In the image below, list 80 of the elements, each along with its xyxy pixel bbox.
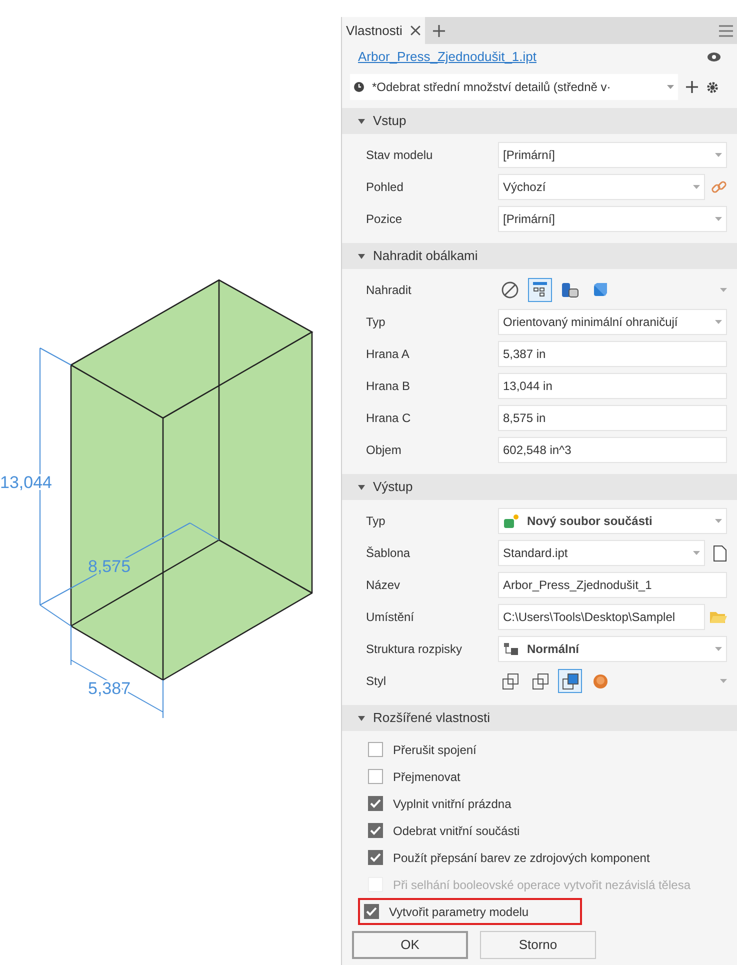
section-header[interactable]: Nahradit obálkami <box>342 243 737 269</box>
close-icon[interactable] <box>410 25 422 36</box>
checkbox[interactable] <box>364 904 379 919</box>
input-field[interactable]: 602,548 in^3 <box>498 437 727 463</box>
menu-icon[interactable] <box>719 24 733 36</box>
checkbox-label: Vyplnit vnitřní prázdna <box>393 796 512 812</box>
option-toggle[interactable] <box>558 669 582 693</box>
dropdown[interactable]: Normální <box>498 636 727 662</box>
input-field[interactable]: 13,044 in <box>498 373 727 399</box>
field-label: Struktura rozpisky <box>366 641 464 658</box>
caret-icon <box>720 288 727 292</box>
field-label: Pozice <box>366 211 404 228</box>
settings-icon[interactable] <box>706 80 719 94</box>
clock-icon <box>354 82 364 92</box>
dropdown[interactable]: Standard.ipt <box>498 540 706 566</box>
collapse-icon <box>358 484 365 490</box>
caret-icon <box>667 85 674 89</box>
solids-icon[interactable] <box>502 672 518 690</box>
part-icon <box>503 514 519 528</box>
field-label: Hrana C <box>366 410 412 427</box>
document-icon[interactable] <box>713 544 727 562</box>
checkbox[interactable] <box>368 796 383 811</box>
field-label: Styl <box>366 673 388 690</box>
add-icon[interactable] <box>686 81 698 93</box>
checkbox-label: Při selhání booleovské operace vytvořit nezávislá tělesa <box>393 876 690 894</box>
checkbox-label: Přerušit spojení <box>393 742 476 758</box>
caret-icon <box>720 679 727 683</box>
dialog-button[interactable]: Storno <box>480 931 596 959</box>
dropdown[interactable]: Nový soubor součásti <box>498 508 727 534</box>
caret-icon <box>715 519 722 523</box>
field-label: Pohled <box>366 179 404 196</box>
field-label: Umístění <box>366 609 416 626</box>
panel-tab[interactable]: Vlastnosti <box>342 17 426 44</box>
checkbox[interactable] <box>368 850 383 865</box>
dropdown[interactable]: Výchozí <box>498 174 706 200</box>
solids-icon[interactable] <box>532 672 548 690</box>
input-field[interactable]: C:\Users\Tools\Desktop\Samplel <box>498 604 706 630</box>
dialog-button[interactable]: OK <box>352 931 468 959</box>
caret-icon <box>715 320 722 324</box>
dropdown[interactable]: [Primární] <box>498 206 727 232</box>
collapse-icon <box>358 118 365 124</box>
caret-icon <box>693 551 700 555</box>
caret-icon <box>715 217 722 221</box>
file-link[interactable]: Arbor_Press_Zjednodušit_1.ipt <box>358 47 536 67</box>
checkbox-label: Přejmenovat <box>393 768 460 786</box>
solids-icon[interactable] <box>562 672 578 690</box>
checkbox[interactable] <box>368 823 383 838</box>
section-header[interactable]: Výstup <box>342 474 737 500</box>
field-label: Typ <box>366 513 386 530</box>
field-label: Nahradit <box>366 282 412 299</box>
add-icon[interactable] <box>433 24 446 36</box>
caret-icon <box>693 185 700 189</box>
field-label: Hrana A <box>366 346 410 363</box>
checkbox-label: Vytvořit parametry modelu <box>389 904 529 920</box>
collapse-icon <box>358 716 365 720</box>
field-label: Název <box>366 577 402 594</box>
checkbox[interactable] <box>368 742 383 757</box>
section-header[interactable]: Rozšířené vlastnosti <box>342 705 737 731</box>
caret-icon <box>715 153 722 157</box>
collapse-icon <box>358 254 365 258</box>
checkbox[interactable] <box>368 769 383 784</box>
field-label: Šablona <box>366 545 412 562</box>
field-label: Objem <box>366 442 402 459</box>
input-field[interactable]: 8,575 in <box>498 405 727 431</box>
checkbox-label: Použít přepsání barev ze zdrojových komponent <box>393 850 650 866</box>
section-header[interactable]: Vstup <box>342 108 737 134</box>
field-label: Stav modelu <box>366 147 434 164</box>
dropdown[interactable]: Orientovaný minimální ohraničují <box>498 309 727 335</box>
checkbox-label: Odebrat vnitřní součásti <box>393 822 520 840</box>
preset-dropdown[interactable]: *Odebrat střední množství detailů (středně v· <box>350 74 678 100</box>
field-label: Hrana B <box>366 378 412 395</box>
dropdown[interactable]: [Primární] <box>498 142 727 168</box>
sphere-icon[interactable] <box>592 672 608 690</box>
input-field[interactable]: 5,387 in <box>498 341 727 367</box>
structure-icon <box>503 642 519 656</box>
input-field[interactable]: Arbor_Press_Zjednodušit_1 <box>498 572 727 598</box>
caret-icon <box>715 647 722 651</box>
eye-icon[interactable] <box>707 52 721 62</box>
field-label: Typ <box>366 314 386 331</box>
cube-icon[interactable] <box>592 282 608 298</box>
